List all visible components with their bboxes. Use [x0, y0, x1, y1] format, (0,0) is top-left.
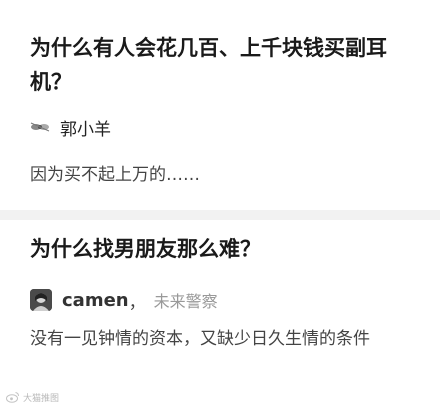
question-card-2[interactable]: 为什么找男朋友那么难？ camen ， 未来警察 没有一见钟情的资本，又缺少日久… — [0, 220, 440, 409]
avatar-image — [30, 289, 52, 311]
avatar[interactable] — [30, 289, 52, 311]
author-name[interactable]: 郭小羊 — [60, 115, 111, 140]
author-row[interactable]: camen ， 未来警察 — [30, 288, 218, 313]
weibo-icon — [6, 392, 19, 403]
avatar[interactable] — [30, 120, 50, 134]
author-name[interactable]: camen — [62, 290, 129, 311]
question-card-1[interactable]: 为什么有人会花几百、上千块钱买副耳机？ 郭小羊 因为买不起上万的…… — [0, 0, 440, 210]
author-separator: ， — [128, 292, 146, 313]
answer-text[interactable]: 没有一见钟情的资本，又缺少日久生情的条件 — [30, 324, 410, 354]
question-title[interactable]: 为什么有人会花几百、上千块钱买副耳机？ — [30, 31, 420, 99]
card-divider — [0, 210, 440, 220]
answer-text[interactable]: 因为买不起上万的…… — [30, 160, 410, 190]
author-bio: 未来警察 — [153, 292, 218, 311]
watermark: 大猫推图 — [6, 389, 59, 405]
question-title[interactable]: 为什么找男朋友那么难？ — [30, 232, 420, 266]
author-row[interactable]: 郭小羊 — [30, 115, 111, 140]
watermark-text: 大猫推图 — [23, 393, 60, 404]
